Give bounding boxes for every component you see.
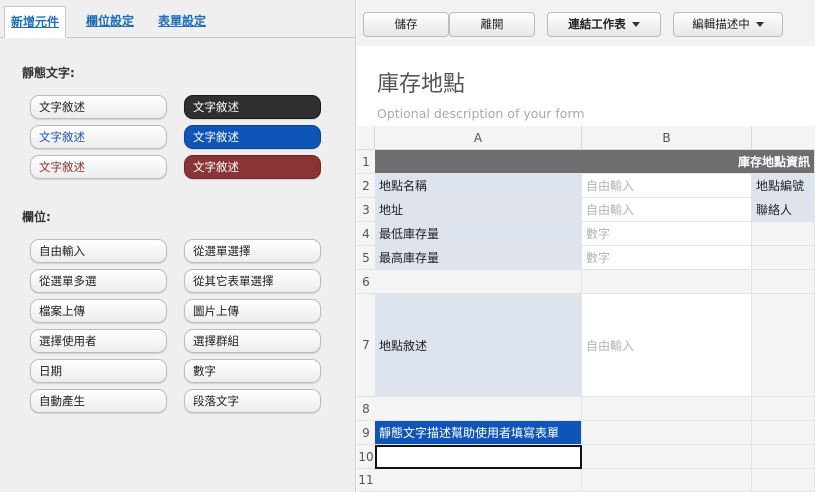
section-header-cell[interactable]: 庫存地點資訊	[375, 150, 815, 174]
static-text-red-text[interactable]: 文字敘述	[30, 155, 167, 179]
label-cell-max-stock[interactable]: 最高庫存量	[375, 246, 582, 270]
row-header[interactable]: 10	[357, 445, 375, 469]
input-cell-location-description[interactable]: 自由輸入	[582, 294, 752, 397]
form-grid: A B 1 2 3 4 5 6 7 8 9 10 11 庫存地點資訊 地點名稱 …	[357, 126, 815, 492]
form-title[interactable]: 庫存地點	[377, 66, 465, 98]
leave-button[interactable]: 離開	[449, 12, 535, 37]
empty-cell[interactable]	[582, 445, 752, 469]
label-cell-contact[interactable]: 聯絡人	[752, 198, 815, 222]
row-header[interactable]: 11	[357, 469, 375, 492]
column-header-c[interactable]	[752, 126, 815, 150]
input-cell-min-stock[interactable]: 數字	[582, 222, 752, 246]
static-text-blue[interactable]: 文字敘述	[184, 125, 321, 149]
field-select-other-form[interactable]: 從其它表單選擇	[184, 269, 321, 293]
label-cell-location-id[interactable]: 地點編號	[752, 174, 815, 198]
label-cell-address[interactable]: 地址	[375, 198, 582, 222]
empty-cell[interactable]	[752, 445, 815, 469]
chevron-down-icon	[631, 22, 640, 27]
leave-button-label: 離開	[480, 17, 504, 31]
empty-cell[interactable]	[752, 222, 815, 246]
label-cell-location-description[interactable]: 地點敘述	[375, 294, 582, 397]
row-header[interactable]: 5	[357, 246, 375, 270]
empty-cell[interactable]	[375, 270, 582, 294]
static-text-red[interactable]: 文字敘述	[184, 155, 321, 179]
static-text-section-title: 靜態文字:	[22, 66, 75, 80]
edit-description-label: 編輯描述中	[692, 17, 750, 31]
panel-tabs: 新增元件 欄位設定 表單設定	[0, 0, 356, 38]
chevron-down-icon	[755, 22, 764, 27]
empty-cell[interactable]	[752, 469, 815, 492]
empty-cell[interactable]	[752, 421, 815, 445]
empty-cell[interactable]	[752, 270, 815, 294]
field-select-group[interactable]: 選擇群組	[184, 329, 321, 353]
field-file-upload[interactable]: 檔案上傳	[30, 299, 167, 323]
empty-cell[interactable]	[375, 469, 582, 492]
grid-corner	[357, 126, 375, 150]
selected-cell[interactable]	[375, 445, 582, 469]
empty-cell[interactable]	[752, 397, 815, 421]
static-text-dark[interactable]: 文字敘述	[184, 95, 321, 119]
save-button[interactable]: 儲存	[363, 12, 449, 37]
column-header-b[interactable]: B	[582, 126, 752, 150]
row-header[interactable]: 3	[357, 198, 375, 222]
empty-cell[interactable]	[582, 469, 752, 492]
row-header[interactable]: 8	[357, 397, 375, 421]
static-text-blue-text[interactable]: 文字敘述	[30, 125, 167, 149]
empty-cell[interactable]	[582, 270, 752, 294]
tab-field-settings[interactable]: 欄位設定	[86, 6, 134, 38]
field-image-upload[interactable]: 圖片上傳	[184, 299, 321, 323]
link-sheet-dropdown[interactable]: 連結工作表	[547, 12, 661, 37]
static-text-plain[interactable]: 文字敘述	[30, 95, 167, 119]
field-select-from-menu[interactable]: 從選單選擇	[184, 239, 321, 263]
column-header-a[interactable]: A	[375, 126, 582, 150]
empty-cell[interactable]	[752, 246, 815, 270]
field-free-input[interactable]: 自由輸入	[30, 239, 167, 263]
field-auto-generate[interactable]: 自動產生	[30, 389, 167, 413]
empty-cell[interactable]	[582, 421, 752, 445]
input-cell-location-name[interactable]: 自由輸入	[582, 174, 752, 198]
row-header[interactable]: 6	[357, 270, 375, 294]
static-text-cell[interactable]: 靜態文字描述幫助使用者填寫表單	[375, 421, 582, 445]
row-header[interactable]: 9	[357, 421, 375, 445]
component-panel: 新增元件 欄位設定 表單設定 靜態文字: 文字敘述 文字敘述 文字敘述 文字敘述…	[0, 0, 356, 492]
field-select-user[interactable]: 選擇使用者	[30, 329, 167, 353]
field-paragraph[interactable]: 段落文字	[184, 389, 321, 413]
save-button-label: 儲存	[394, 17, 418, 31]
row-header[interactable]: 7	[357, 294, 375, 397]
tab-add-component[interactable]: 新增元件	[4, 6, 67, 38]
empty-cell[interactable]	[375, 397, 582, 421]
empty-cell[interactable]	[582, 397, 752, 421]
row-header[interactable]: 2	[357, 174, 375, 198]
fields-section-title: 欄位:	[22, 210, 51, 224]
form-description[interactable]: Optional description of your form	[377, 106, 585, 121]
link-sheet-label: 連結工作表	[568, 17, 626, 31]
field-number[interactable]: 數字	[184, 359, 321, 383]
label-cell-min-stock[interactable]: 最低庫存量	[375, 222, 582, 246]
field-multi-select[interactable]: 從選單多選	[30, 269, 167, 293]
empty-cell[interactable]	[752, 294, 815, 397]
label-cell-location-name[interactable]: 地點名稱	[375, 174, 582, 198]
form-editor: 儲存 離開 連結工作表 編輯描述中 庫存地點 Optional descript…	[357, 0, 815, 492]
input-cell-address[interactable]: 自由輸入	[582, 198, 752, 222]
tab-form-settings[interactable]: 表單設定	[158, 6, 206, 38]
row-header[interactable]: 1	[357, 150, 375, 174]
field-date[interactable]: 日期	[30, 359, 167, 383]
input-cell-max-stock[interactable]: 數字	[582, 246, 752, 270]
edit-description-dropdown[interactable]: 編輯描述中	[673, 12, 783, 37]
row-header[interactable]: 4	[357, 222, 375, 246]
editor-toolbar: 儲存 離開 連結工作表 編輯描述中	[357, 0, 815, 46]
